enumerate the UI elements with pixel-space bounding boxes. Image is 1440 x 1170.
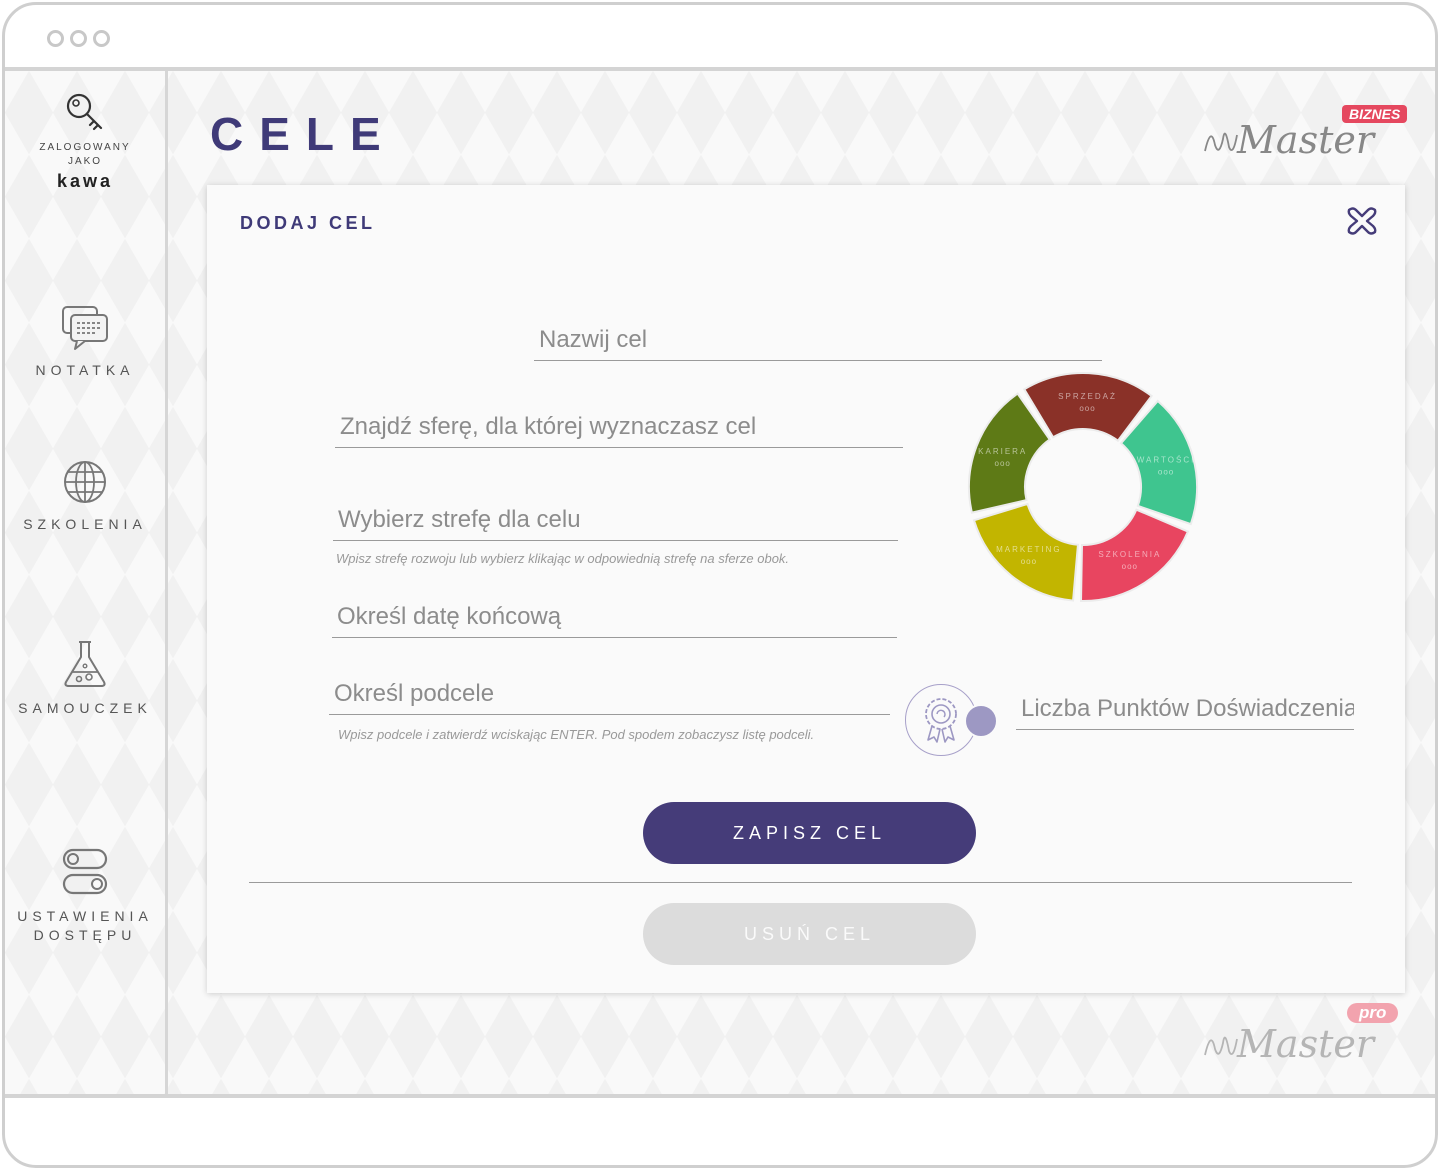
brand-word: Master — [1236, 1022, 1377, 1063]
sidebar-item-label: SZKOLENIA — [23, 516, 147, 532]
brand-logo-biznes: Master BIZNES — [1201, 105, 1411, 161]
zone-input[interactable] — [333, 501, 898, 539]
subgoals-field[interactable] — [329, 675, 890, 715]
zone-field[interactable] — [333, 501, 898, 541]
subgoals-input[interactable] — [329, 675, 890, 713]
user-block: ZALOGOWANY JAKO kawa — [5, 91, 165, 192]
save-goal-button[interactable]: ZAPISZ CEL — [643, 802, 976, 864]
sphere-segment-dots: ooo — [1079, 404, 1095, 413]
end-date-field[interactable] — [332, 598, 897, 638]
window-dot-icon[interactable] — [93, 30, 110, 47]
sidebar: ZALOGOWANY JAKO kawa NOTATKA SZKOLENIA S… — [5, 71, 168, 1094]
sidebar-item-label: USTAWIENIA DOSTĘPU — [17, 908, 153, 943]
sphere-segment-label: SPRZEDAŻ — [1058, 392, 1117, 401]
sphere-segment-dots: ooo — [1122, 562, 1138, 571]
goal-name-input[interactable] — [534, 321, 1102, 359]
sphere-wheel[interactable]: SPRZEDAŻ ooo WARTOŚCI ooo SZKOLENIA ooo MARKET… — [963, 367, 1203, 607]
brand-logo-pro: Master pro — [1201, 1003, 1411, 1063]
brand-word: Master — [1236, 118, 1377, 161]
zone-hint: Wpisz strefę rozwoju lub wybierz klikają… — [336, 551, 790, 566]
xp-points-field[interactable] — [1016, 690, 1354, 730]
sphere-field[interactable] — [335, 408, 903, 448]
goal-name-field[interactable] — [534, 321, 1102, 361]
sidebar-item-samouczek[interactable]: SAMOUCZEK — [5, 639, 165, 718]
sphere-search-input[interactable] — [335, 408, 903, 446]
sphere-segment-label: KARIERA — [978, 447, 1027, 456]
dialog-divider — [249, 882, 1352, 883]
xp-indicator-dot — [964, 704, 998, 738]
browser-frame: ZALOGOWANY JAKO kawa NOTATKA SZKOLENIA S… — [2, 2, 1438, 1168]
app-area: ZALOGOWANY JAKO kawa NOTATKA SZKOLENIA S… — [5, 71, 1435, 1094]
brand-tag: pro — [1347, 1003, 1399, 1023]
delete-goal-button[interactable]: USUŃ CEL — [643, 903, 976, 965]
toggles-icon — [62, 848, 108, 895]
logged-in-caption: ZALOGOWANY JAKO — [39, 142, 131, 167]
sidebar-item-szkolenia[interactable]: SZKOLENIA — [5, 459, 165, 534]
xp-points-input[interactable] — [1016, 690, 1354, 728]
username: kawa — [56, 171, 114, 191]
subgoals-hint: Wpisz podcele i zatwierdź wciskając ENTE… — [338, 727, 815, 742]
add-goal-dialog: DODAJ CEL Wpisz strefę rozwoju lub wybie… — [207, 185, 1405, 993]
sidebar-item-notatka[interactable]: NOTATKA — [5, 305, 165, 380]
window-controls — [47, 30, 110, 47]
flask-icon — [64, 641, 106, 687]
sphere-segment-dots: ooo — [1158, 468, 1174, 477]
sidebar-item-label: NOTATKA — [35, 362, 135, 378]
brand-tag: BIZNES — [1342, 105, 1408, 123]
end-date-input[interactable] — [332, 598, 897, 636]
sphere-segment-dots: ooo — [995, 459, 1011, 468]
dialog-title: DODAJ CEL — [240, 213, 376, 233]
key-icon — [66, 93, 103, 131]
close-icon[interactable] — [1345, 204, 1379, 238]
chat-icon — [62, 306, 108, 350]
page-title: CELE — [210, 108, 397, 160]
sidebar-item-ustawienia-dostepu[interactable]: USTAWIENIA DOSTĘPU — [5, 847, 165, 945]
window-dot-icon[interactable] — [47, 30, 64, 47]
window-dot-icon[interactable] — [70, 30, 87, 47]
sphere-segment-label: MARKETING — [996, 545, 1062, 554]
sphere-segment-label: WARTOŚCI — [1137, 456, 1196, 465]
sphere-segment-dots: ooo — [1021, 557, 1037, 566]
globe-icon — [64, 461, 106, 503]
bottom-divider — [5, 1094, 1435, 1098]
sidebar-item-label: SAMOUCZEK — [18, 700, 152, 716]
sphere-segment-label: SZKOLENIA — [1098, 550, 1161, 559]
